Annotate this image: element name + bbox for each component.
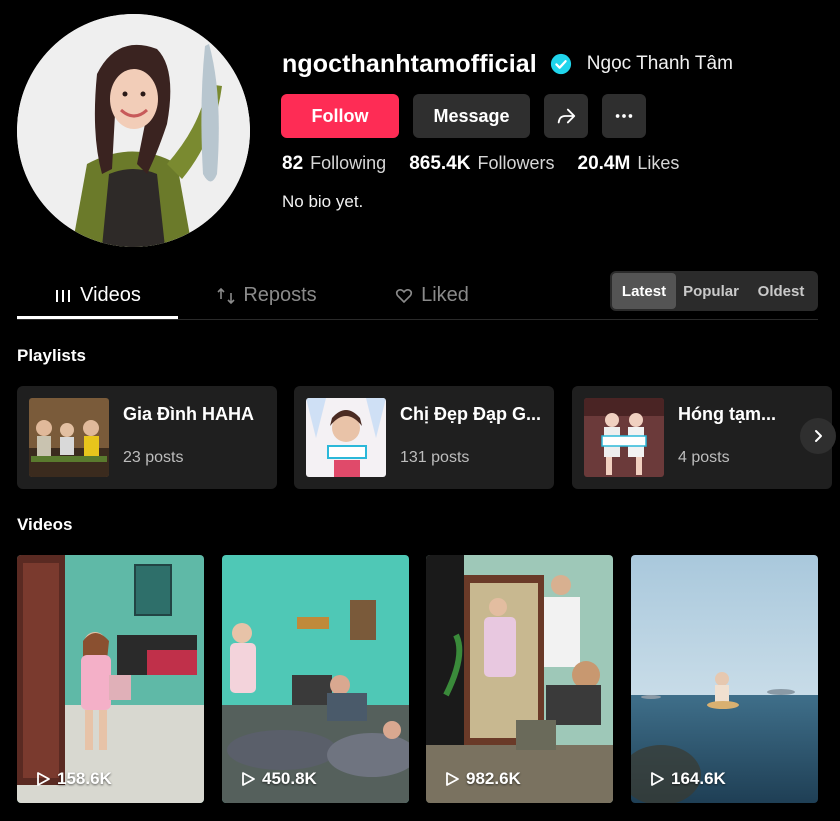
chevron-right-icon (815, 430, 822, 442)
playlist-card[interactable]: Gia Đình HAHA 23 posts (17, 386, 277, 489)
videos-heading: Videos (17, 515, 73, 534)
playlist-card[interactable]: Hóng tạm... 4 posts (572, 386, 832, 489)
profile-avatar[interactable] (17, 14, 250, 247)
tab-reposts[interactable]: Reposts (202, 272, 332, 319)
stat-label: Followers (477, 153, 555, 173)
tab-label: Liked (421, 284, 469, 306)
share-button[interactable] (544, 94, 588, 138)
sort-popular[interactable]: Popular (676, 273, 746, 309)
play-icon (446, 772, 459, 786)
video-thumbnail (426, 555, 613, 803)
playlist-thumbnail (584, 398, 664, 477)
profile-stats: 82 Following 865.4K Followers 20.4M Like… (282, 153, 702, 175)
share-icon (557, 108, 576, 124)
follow-button[interactable]: Follow (281, 94, 399, 138)
tab-liked[interactable]: Liked (377, 272, 487, 319)
video-views: 982.6K (444, 769, 521, 789)
sort-oldest[interactable]: Oldest (746, 273, 816, 309)
sort-latest[interactable]: Latest (612, 273, 676, 309)
playlist-name: Hóng tạm... (678, 404, 776, 424)
video-card[interactable]: 158.6K (17, 555, 204, 803)
playlists-row: Gia Đình HAHA 23 posts Chị Đẹp Đạp G... … (17, 386, 840, 489)
playlist-count: 4 posts (678, 449, 730, 466)
profile-actions: Follow Message (281, 94, 646, 138)
heart-icon (395, 288, 413, 303)
tab-label: Reposts (243, 284, 317, 306)
profile-bio: No bio yet. (282, 192, 364, 211)
grid-icon (56, 289, 71, 302)
message-button[interactable]: Message (413, 94, 530, 138)
playlist-thumbnail (306, 398, 386, 477)
playlist-count: 23 posts (123, 449, 184, 466)
video-views: 164.6K (649, 769, 726, 789)
nickname: Ngọc Thanh Tâm (586, 53, 733, 74)
repost-icon (217, 287, 235, 304)
playlist-next-button[interactable] (800, 418, 836, 454)
video-views-count: 982.6K (466, 769, 521, 788)
video-thumbnail (222, 555, 409, 803)
video-thumbnail (631, 555, 818, 803)
more-icon (615, 114, 633, 118)
tab-label: Videos (80, 284, 141, 306)
stat-label: Likes (637, 153, 680, 173)
stat-number: 82 (282, 153, 304, 174)
stat-label: Following (310, 153, 387, 173)
video-views: 158.6K (35, 769, 112, 789)
profile-info: ngocthanhtamofficial Ngọc Thanh Tâm (282, 44, 733, 84)
video-card[interactable]: 164.6K (631, 555, 818, 803)
stat-number: 865.4K (409, 153, 471, 174)
playlist-card[interactable]: Chị Đẹp Đạp G... 131 posts (294, 386, 554, 489)
stat-followers[interactable]: 865.4K Followers (409, 153, 554, 175)
video-card[interactable]: 450.8K (222, 555, 409, 803)
video-views: 450.8K (240, 769, 317, 789)
video-thumbnail (17, 555, 204, 803)
playlist-thumbnail (29, 398, 109, 477)
playlists-heading: Playlists (17, 346, 86, 365)
sort-control: Latest Popular Oldest (610, 271, 818, 311)
stat-following[interactable]: 82 Following (282, 153, 386, 175)
playlist-name: Chị Đẹp Đạp G... (400, 404, 542, 424)
play-icon (242, 772, 255, 786)
video-card[interactable]: 982.6K (426, 555, 613, 803)
tab-active-indicator (17, 316, 178, 319)
name-row: ngocthanhtamofficial Ngọc Thanh Tâm (282, 44, 733, 84)
username: ngocthanhtamofficial (282, 49, 537, 78)
video-views-count: 158.6K (57, 769, 112, 788)
stat-number: 20.4M (577, 153, 631, 174)
more-options-button[interactable] (602, 94, 646, 138)
verified-badge-icon (550, 53, 571, 75)
play-icon (651, 772, 664, 786)
playlist-name: Gia Đình HAHA (123, 404, 255, 424)
video-views-count: 450.8K (262, 769, 317, 788)
tab-videos[interactable]: Videos (17, 272, 178, 319)
stat-likes: 20.4M Likes (578, 153, 680, 175)
play-icon (37, 772, 50, 786)
playlist-count: 131 posts (400, 449, 470, 466)
video-views-count: 164.6K (671, 769, 726, 788)
